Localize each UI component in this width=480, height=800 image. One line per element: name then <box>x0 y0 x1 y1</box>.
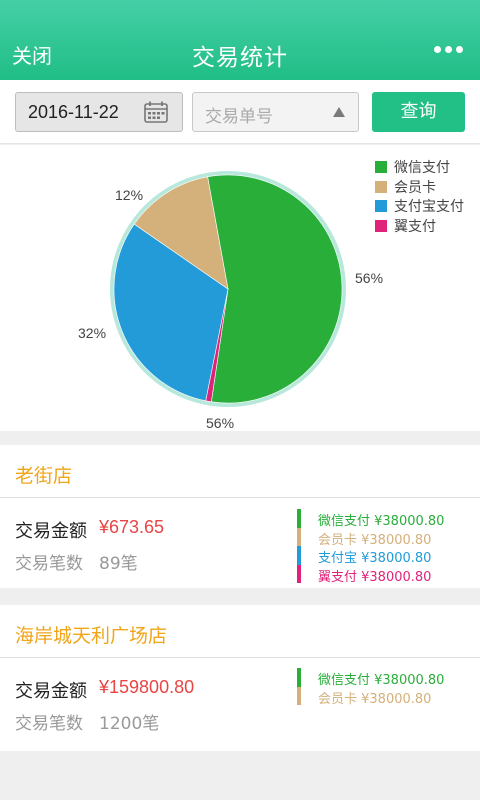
legend-label: 翼支付 <box>394 218 436 235</box>
triangle-up-icon <box>333 107 345 117</box>
store-name: 老街店 <box>15 465 73 487</box>
store-card[interactable]: 海岸城天利广场店 交易金额 ¥159800.80 交易笔数 1200笔 微信支付 ¥380… <box>0 605 480 751</box>
store-card[interactable]: 老街店交易金额 ¥673.65 交易笔数 89笔 微信支付 ¥38000.80 会员卡 ¥… <box>0 445 480 588</box>
breakdown-color-bar <box>297 509 301 528</box>
amount-label: 交易金额 <box>15 521 87 542</box>
count-label: 交易笔数 <box>15 554 83 574</box>
filter-bar: 2016-11-22 交易单号 查询 <box>0 80 480 144</box>
breakdown-text: 支付宝 ¥38000.80 <box>318 551 432 566</box>
legend-label: 会员卡 <box>394 179 436 196</box>
pie-slice-label: 56% <box>206 415 235 431</box>
amount-value: ¥673.65 <box>99 517 165 537</box>
breakdown-text: 微信支付 ¥38000.80 <box>318 514 445 529</box>
page-title: 交易统计 <box>192 45 288 71</box>
breakdown-color-bar <box>297 686 301 705</box>
more-dots-icon[interactable] <box>434 46 464 54</box>
pie-slice-label: 32% <box>78 325 107 341</box>
count-label: 交易笔数 <box>15 714 83 734</box>
legend-swatch <box>375 180 387 193</box>
order-number-select[interactable]: 交易单号 <box>192 92 359 132</box>
pie-slice-label: 12% <box>115 187 144 203</box>
legend-swatch <box>375 161 387 173</box>
breakdown-color-bar <box>297 527 301 546</box>
order-number-placeholder: 交易单号 <box>205 107 273 127</box>
store-divider <box>0 497 480 498</box>
breakdown-color-bar <box>297 668 301 687</box>
legend-swatch <box>375 200 387 212</box>
app-header: 关闭 交易统计 <box>0 0 480 80</box>
legend-swatch <box>375 219 387 232</box>
amount-value: ¥159800.80 <box>99 677 195 697</box>
breakdown-text: 翼支付 ¥38000.80 <box>318 569 432 585</box>
date-value: 2016-11-22 <box>28 102 119 122</box>
date-picker[interactable]: 2016-11-22 <box>15 92 183 132</box>
breakdown-color-bar <box>297 546 301 565</box>
query-button[interactable]: 查询 <box>372 92 465 132</box>
amount-label: 交易金额 <box>15 681 87 702</box>
legend-label: 微信支付 <box>394 160 450 176</box>
count-value: 89笔 <box>99 554 138 574</box>
store-name: 海岸城天利广场店 <box>15 625 168 647</box>
legend-label: 支付宝支付 <box>394 199 464 215</box>
breakdown-text: 会员卡 ¥38000.80 <box>318 532 432 548</box>
breakdown-color-bar <box>297 564 301 583</box>
count-value: 1200笔 <box>99 714 160 734</box>
payment-pie-chart: 微信支付会员卡支付宝支付翼支付 56% 56% 32% 12% <box>0 145 480 431</box>
store-divider <box>0 657 480 658</box>
pie-slice-label: 56% <box>355 270 384 286</box>
breakdown-text: 微信支付 ¥38000.80 <box>318 673 445 688</box>
calendar-icon <box>144 101 168 123</box>
breakdown-text: 会员卡 ¥38000.80 <box>318 691 432 707</box>
